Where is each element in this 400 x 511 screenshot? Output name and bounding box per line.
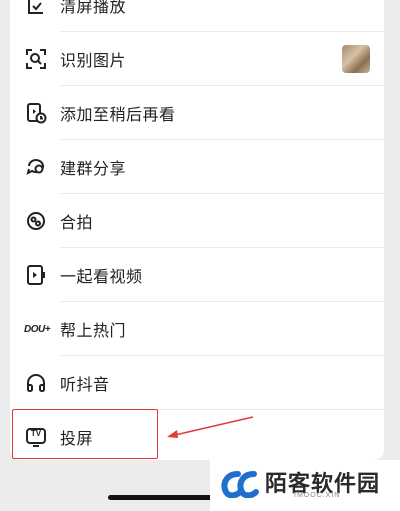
menu-item-identify-image[interactable]: 识别图片	[10, 32, 384, 86]
image-scan-icon	[24, 47, 48, 71]
menu-item-watch-later[interactable]: 添加至稍后再看	[10, 86, 384, 140]
group-share-icon	[24, 155, 48, 179]
dou-plus-icon: DOU+	[22, 317, 52, 341]
watermark-subtitle: IMOOC.XIN	[294, 492, 341, 499]
watch-later-icon	[24, 101, 48, 125]
menu-item-label: 合拍	[60, 215, 94, 232]
menu-item-label: 清屏播放	[60, 0, 127, 16]
menu-item-label: 识别图片	[60, 53, 127, 70]
menu-item-group-share[interactable]: 建群分享	[10, 140, 384, 194]
menu-item-listen[interactable]: 听抖音	[10, 356, 384, 410]
menu-item-clear-screen[interactable]: 清屏播放	[10, 0, 384, 32]
menu-item-watch-together[interactable]: 一起看视频	[10, 248, 384, 302]
menu-item-label: 听抖音	[60, 377, 110, 394]
menu-item-label: 帮上热门	[60, 323, 127, 340]
headphones-icon	[24, 371, 48, 395]
menu-item-label: 一起看视频	[60, 269, 143, 286]
highlight-box	[12, 409, 158, 459]
duet-icon	[24, 209, 48, 233]
menu-item-duet[interactable]: 合拍	[10, 194, 384, 248]
image-thumbnail	[342, 45, 370, 73]
menu-item-label: 添加至稍后再看	[60, 107, 176, 124]
menu-item-dou-plus[interactable]: DOU+ 帮上热门	[10, 302, 384, 356]
annotation-arrow	[167, 416, 254, 438]
menu-item-label: 建群分享	[60, 161, 127, 178]
more-options-sheet: 清屏播放 识别图片 添加至稍后再看 建群分享 合拍 一起看视频 DOU+ 帮上热…	[10, 0, 384, 460]
watermark: 陌客软件园 IMOOC.XIN	[210, 460, 400, 511]
clear-screen-icon	[24, 0, 48, 17]
watch-together-icon	[24, 263, 48, 287]
watermark-logo-icon	[221, 471, 259, 498]
dou-plus-icon-text: DOU+	[23, 323, 51, 335]
